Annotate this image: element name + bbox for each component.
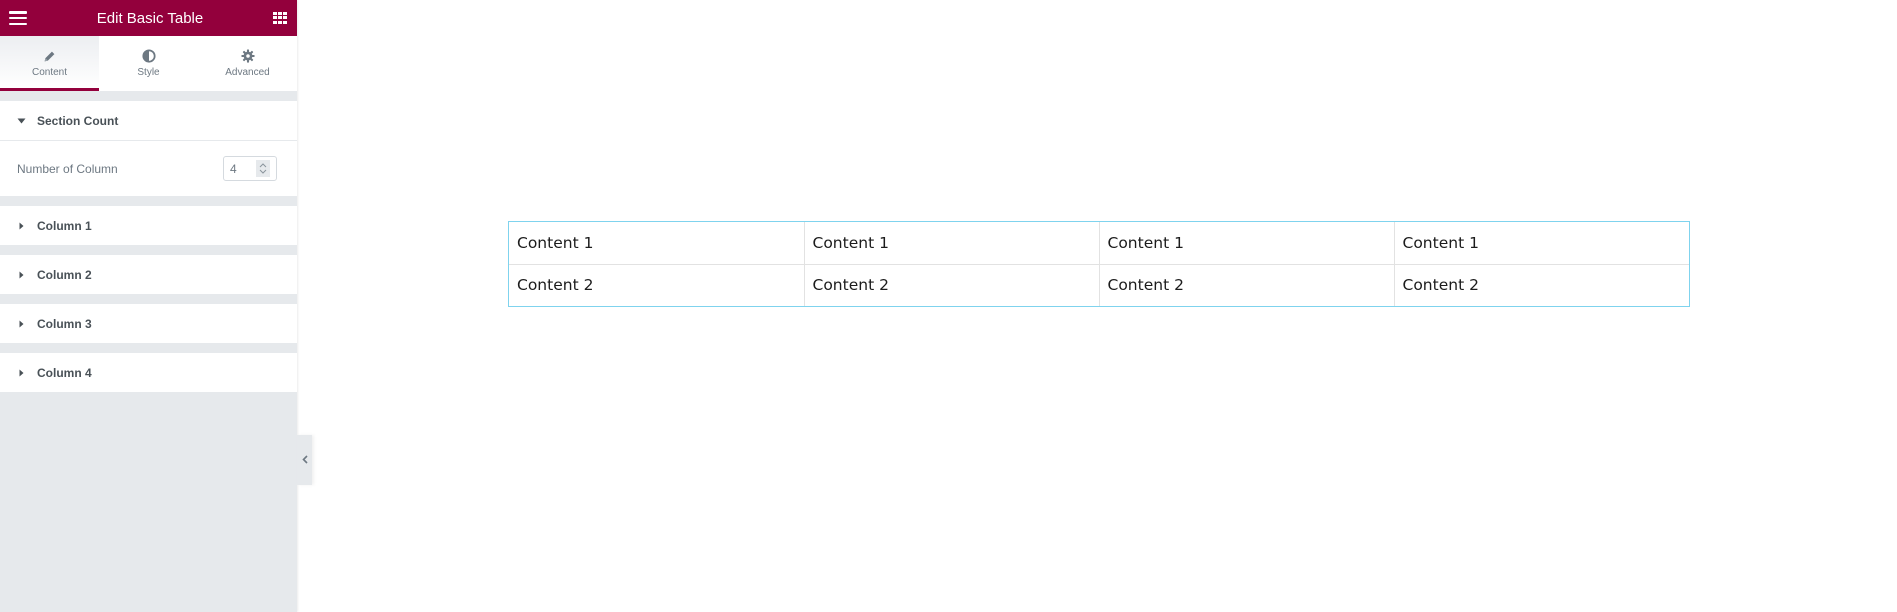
table-cell[interactable]: Content 2 xyxy=(509,264,805,306)
table-row: Content 1 Content 1 Content 1 Content 1 xyxy=(509,222,1689,265)
tab-content[interactable]: Content xyxy=(0,36,99,91)
table-cell[interactable]: Content 2 xyxy=(1099,264,1395,306)
caret-down-icon xyxy=(17,116,26,125)
section-column-3-toggle[interactable]: Column 3 xyxy=(0,304,297,343)
apps-grid-icon[interactable] xyxy=(273,12,287,24)
section-count-toggle[interactable]: Section Count xyxy=(0,101,297,140)
section-column-4-toggle[interactable]: Column 4 xyxy=(0,353,297,392)
collapse-panel-button[interactable] xyxy=(297,435,312,485)
table-cell[interactable]: Content 2 xyxy=(804,264,1100,306)
spinner-arrows-icon[interactable] xyxy=(256,160,270,177)
number-of-column-input[interactable] xyxy=(223,156,277,181)
pencil-icon xyxy=(43,49,57,63)
tab-style-label: Style xyxy=(137,67,160,78)
table-cell[interactable]: Content 1 xyxy=(1394,222,1689,265)
table-cell[interactable]: Content 1 xyxy=(1099,222,1395,265)
caret-right-icon xyxy=(17,368,26,377)
panel-tabs: Content Style Advanced xyxy=(0,36,297,91)
section-column-1-toggle[interactable]: Column 1 xyxy=(0,206,297,245)
number-of-column-control: Number of Column xyxy=(0,140,297,196)
table-cell[interactable]: Content 2 xyxy=(1394,264,1689,306)
tab-advanced-label: Advanced xyxy=(225,67,270,78)
chevron-left-icon xyxy=(301,451,308,469)
number-of-column-field[interactable] xyxy=(230,161,254,176)
table-cell[interactable]: Content 1 xyxy=(509,222,805,265)
tab-content-label: Content xyxy=(31,67,68,78)
caret-right-icon xyxy=(17,221,26,230)
section-column-4: Column 4 xyxy=(0,353,297,392)
panel-title: Edit Basic Table xyxy=(96,9,204,27)
caret-right-icon xyxy=(17,270,26,279)
section-title: Section Count xyxy=(37,113,119,128)
tab-advanced[interactable]: Advanced xyxy=(198,36,297,91)
panel-header: Edit Basic Table xyxy=(0,0,297,36)
table-row: Content 2 Content 2 Content 2 Content 2 xyxy=(509,264,1689,306)
section-title: Column 1 xyxy=(37,218,92,233)
section-title: Column 4 xyxy=(37,365,92,380)
number-of-column-label: Number of Column xyxy=(17,161,118,176)
section-column-2-toggle[interactable]: Column 2 xyxy=(0,255,297,294)
hamburger-menu-icon[interactable] xyxy=(9,11,27,25)
caret-right-icon xyxy=(17,319,26,328)
section-column-3: Column 3 xyxy=(0,304,297,343)
section-column-1: Column 1 xyxy=(0,206,297,245)
table-cell[interactable]: Content 1 xyxy=(804,222,1100,265)
gear-icon xyxy=(240,49,255,63)
section-title: Column 3 xyxy=(37,316,92,331)
half-circle-icon xyxy=(141,49,156,63)
section-count: Section Count Number of Column xyxy=(0,101,297,196)
tab-style[interactable]: Style xyxy=(99,36,198,91)
section-title: Column 2 xyxy=(37,267,92,282)
basic-table: Content 1 Content 1 Content 1 Content 1 … xyxy=(508,221,1690,307)
section-column-2: Column 2 xyxy=(0,255,297,294)
editor-panel: Edit Basic Table Content Style Advanced xyxy=(0,0,297,612)
